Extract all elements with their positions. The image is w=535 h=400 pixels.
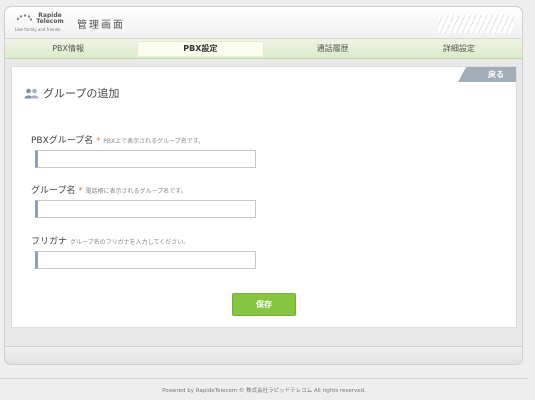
- main-nav: PBX情報 PBX設定 通話履歴 詳細設定: [5, 39, 522, 59]
- group-name-field: グループ名 * 電話帳に表示されるグループ名です。: [31, 183, 331, 218]
- tab-label: 詳細設定: [442, 44, 475, 53]
- furigana-hint: グループ名のフリガナを入力してください。: [70, 239, 190, 246]
- pbx-group-name-hint: PBX上で表示されるグループ名です。: [103, 138, 205, 145]
- group-icon: [24, 88, 39, 98]
- tab-pbx-settings[interactable]: PBX設定: [131, 39, 269, 58]
- tab-label: PBX設定: [137, 41, 264, 57]
- content-panel: 戻る グループの追加 PBXグループ名 * PBX上で表示されるグループ名です。…: [11, 66, 517, 328]
- pbx-group-name-field: PBXグループ名 * PBX上で表示されるグループ名です。: [31, 133, 331, 168]
- group-name-hint: 電話帳に表示されるグループ名です。: [85, 188, 187, 195]
- tab-advanced-settings[interactable]: 詳細設定: [396, 39, 522, 58]
- footer-copyright: Powered by RapideTelecom © 株式会社ラピッドテレコム …: [162, 388, 366, 394]
- required-mark: *: [78, 186, 83, 195]
- logo-mark-icon: [16, 14, 33, 21]
- pbx-group-name-input[interactable]: [35, 150, 256, 168]
- tab-label: 通話履歴: [316, 44, 349, 53]
- furigana-input[interactable]: [35, 251, 256, 269]
- page-title: グループの追加: [43, 87, 120, 100]
- required-mark: *: [96, 136, 101, 145]
- tab-label: PBX情報: [52, 44, 85, 53]
- company-logo: Rapide Telecom Like family and friends: [15, 13, 71, 35]
- group-name-label: グループ名: [31, 186, 76, 196]
- furigana-label: フリガナ: [31, 237, 68, 247]
- bottom-bar: [5, 346, 522, 364]
- header-decoration: [438, 15, 514, 33]
- header: Rapide Telecom Like family and friends 管…: [5, 7, 522, 39]
- pbx-group-name-label: PBXグループ名: [31, 136, 94, 146]
- logo-name: Rapide Telecom: [36, 12, 64, 25]
- back-button[interactable]: 戻る: [458, 67, 516, 82]
- furigana-field: フリガナ グループ名のフリガナを入力してください。: [31, 234, 331, 269]
- app-frame: Rapide Telecom Like family and friends 管…: [4, 6, 523, 365]
- tab-call-history[interactable]: 通話履歴: [270, 39, 396, 58]
- logo-tagline: Like family and friends: [15, 27, 61, 32]
- page-heading: グループの追加: [24, 85, 119, 101]
- app-title: 管理画面: [77, 20, 125, 31]
- group-name-input[interactable]: [35, 200, 256, 218]
- footer-divider: [0, 378, 528, 379]
- save-button[interactable]: 保存: [232, 293, 296, 316]
- tab-pbx-info[interactable]: PBX情報: [5, 39, 131, 58]
